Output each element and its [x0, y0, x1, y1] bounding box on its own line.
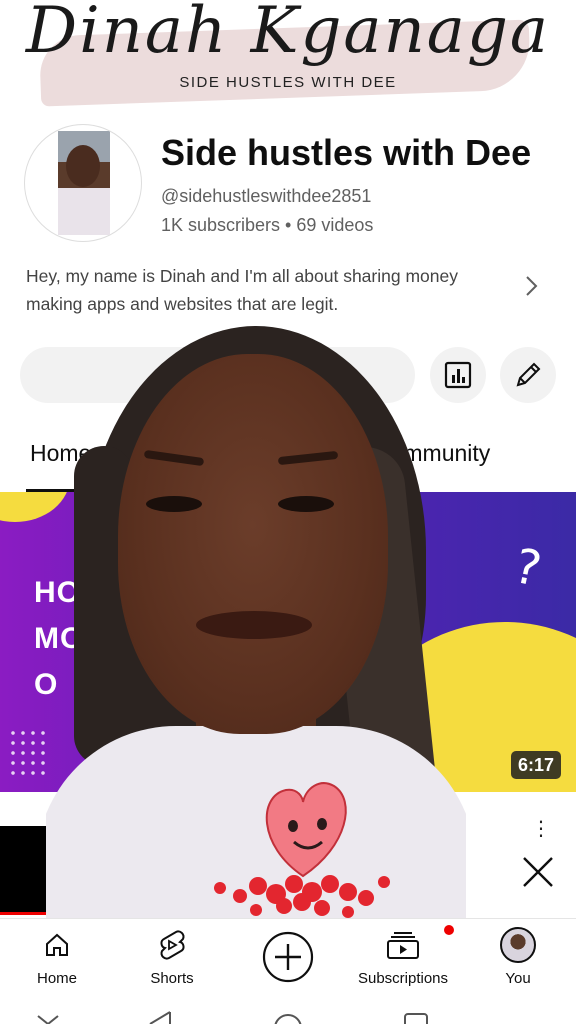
- nav-shorts-label: Shorts: [150, 970, 194, 987]
- channel-handle: @sidehustleswithdee2851: [161, 186, 372, 206]
- video-duration-badge: 6:17: [511, 751, 562, 779]
- home-icon: [46, 933, 68, 956]
- heart-sticker: [214, 782, 390, 918]
- person-eye-right: [278, 496, 334, 512]
- nav-shorts[interactable]: Shorts: [137, 919, 207, 999]
- heart-pile: [214, 875, 390, 918]
- system-back-icon: [37, 1015, 59, 1024]
- bottom-navigation: Home Shorts Subscriptions You: [0, 918, 576, 998]
- nav-subscriptions[interactable]: Subscriptions: [350, 919, 456, 999]
- system-home-icon: [274, 1014, 302, 1024]
- dot-pattern: [8, 728, 48, 778]
- heart-body: [265, 782, 347, 878]
- channel-avatar[interactable]: [24, 124, 142, 242]
- avatar: [500, 927, 536, 963]
- edit-channel-button[interactable]: [500, 347, 556, 403]
- nav-subscriptions-label: Subscriptions: [357, 970, 449, 987]
- person-lips: [196, 611, 312, 639]
- channel-name: Side hustles with Dee: [161, 132, 532, 173]
- banner-script-title: Dinah Kganaga: [25, 0, 551, 68]
- close-icon[interactable]: [520, 854, 556, 890]
- more-options-icon[interactable]: ⋮: [531, 816, 551, 841]
- nav-create[interactable]: [258, 919, 318, 999]
- create-icon: [262, 931, 314, 983]
- new-content-dot: [444, 925, 454, 935]
- nav-you[interactable]: You: [490, 919, 546, 999]
- banner-tagline: SIDE HUSTLES WITH DEE: [179, 74, 397, 91]
- avatar-head: [66, 145, 100, 187]
- nav-home-label: Home: [36, 970, 77, 987]
- channel-description[interactable]: Hey, my name is Dinah and I'm all about …: [26, 262, 506, 318]
- chevron-right-icon[interactable]: [519, 274, 543, 298]
- channel-stats: 1K subscribers • 69 videos: [161, 215, 374, 235]
- nav-home[interactable]: Home: [22, 919, 92, 999]
- question-mark-icon: ?: [509, 537, 547, 599]
- system-navigation-bar: [0, 998, 576, 1024]
- nav-you-label: You: [505, 970, 531, 987]
- channel-banner: Dinah Kganaga SIDE HUSTLES WITH DEE: [0, 0, 576, 112]
- person-eye-left: [146, 496, 202, 512]
- shorts-icon: [160, 930, 185, 960]
- person-face: [118, 354, 388, 734]
- system-recents-icon: [404, 1013, 428, 1024]
- subscriptions-icon: [387, 932, 419, 959]
- system-back-arrow-icon: [149, 1011, 171, 1024]
- pencil-icon: [516, 362, 541, 387]
